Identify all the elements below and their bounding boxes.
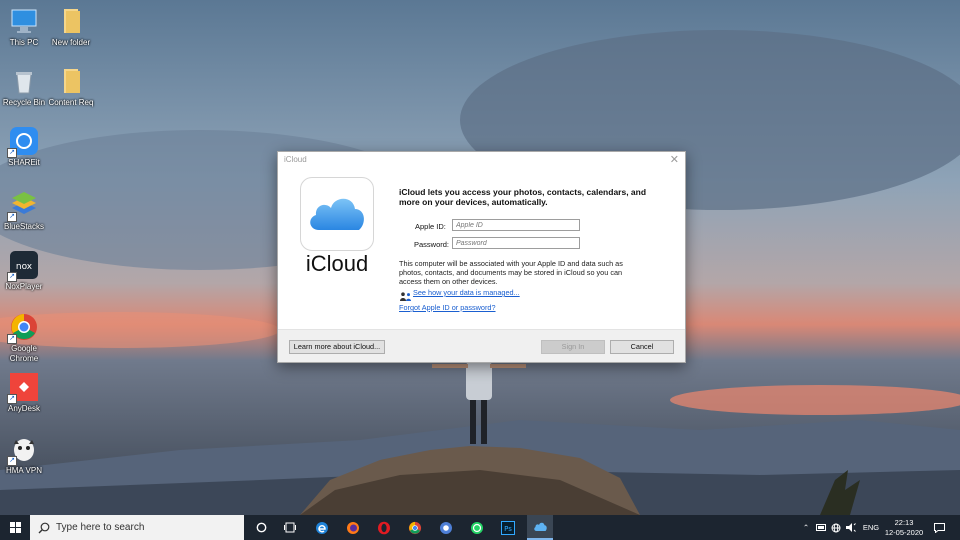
cortana-circle-icon [256, 522, 266, 533]
data-managed-link[interactable]: See how your data is managed... [413, 288, 520, 297]
desktop-icon-hma-vpn[interactable]: ↗ HMA VPN [0, 434, 52, 476]
forgot-password-link[interactable]: Forgot Apple ID or password? [399, 303, 496, 312]
edge-icon [316, 521, 328, 534]
intro-text: iCloud lets you access your photos, cont… [399, 187, 647, 207]
taskbar-search[interactable]: Type here to search [30, 515, 244, 540]
dialog-footer: Learn more about iCloud... Sign In Cance… [278, 329, 685, 362]
shortcut-arrow-icon: ↗ [7, 148, 17, 158]
desktop-icon-noxplayer[interactable]: nox ↗ NoxPlayer [0, 250, 52, 292]
shortcut-arrow-icon: ↗ [7, 334, 17, 344]
shortcut-arrow-icon: ↗ [7, 394, 17, 404]
desktop-icon-label: NoxPlayer [5, 282, 43, 291]
firefox-icon [347, 521, 359, 534]
opera-icon [378, 521, 390, 534]
desktop-icon-label: Google Chrome [9, 344, 39, 363]
recycle-bin-icon [9, 66, 39, 96]
desktop-icon-content-req[interactable]: Content Req [43, 66, 99, 108]
shortcut-arrow-icon: ↗ [7, 456, 17, 466]
clock-time: 22:13 [894, 517, 914, 527]
desktop-icon-label: AnyDesk [7, 404, 40, 413]
bluestacks-icon: ↗ [7, 190, 39, 222]
desktop-icon-label: BlueStacks [3, 222, 45, 231]
chrome-alt-icon [440, 521, 452, 534]
start-button[interactable] [0, 515, 30, 540]
shareit-icon: ↗ [7, 126, 39, 158]
notification-icon [933, 522, 945, 533]
icloud-dialog: iCloud ✕ iCloud iCloud lets you access y… [277, 151, 686, 363]
shortcut-arrow-icon: ↗ [7, 272, 17, 282]
desktop-icon-shareit[interactable]: ↗ SHAREit [0, 126, 52, 168]
taskbar: Type here to search Ps ⌃ ENG 22:13 12-05… [0, 515, 960, 540]
close-icon[interactable]: ✕ [670, 153, 679, 166]
taskbar-whatsapp[interactable] [466, 515, 488, 540]
language-label: ENG [862, 523, 880, 532]
taskbar-icloud[interactable] [527, 515, 553, 540]
taskbar-photoshop[interactable]: Ps [497, 515, 519, 540]
password-label: Password: [414, 240, 450, 249]
apple-id-input[interactable] [452, 219, 580, 231]
notifications-button[interactable] [930, 515, 948, 540]
task-view-icon [284, 522, 296, 533]
clock-date: 12-05-2020 [884, 527, 924, 537]
desktop-icon-new-folder[interactable]: New folder [43, 6, 99, 48]
taskbar-chrome[interactable] [404, 515, 426, 540]
clock[interactable]: 22:13 12-05-2020 [884, 515, 924, 540]
tray-chevron-up-icon[interactable]: ⌃ [800, 515, 812, 540]
taskbar-edge[interactable] [311, 515, 333, 540]
folder-icon [56, 6, 86, 36]
task-view-button[interactable] [279, 515, 301, 540]
learn-more-button[interactable]: Learn more about iCloud... [289, 340, 385, 354]
search-icon [38, 522, 50, 533]
sign-in-button[interactable]: Sign In [541, 340, 605, 354]
photoshop-icon: Ps [501, 520, 515, 535]
whatsapp-icon [471, 521, 483, 534]
taskbar-firefox[interactable] [342, 515, 364, 540]
volume-icon[interactable] [844, 515, 858, 540]
shortcut-arrow-icon: ↗ [7, 212, 17, 222]
svg-text:Ps: Ps [504, 525, 512, 533]
info-text: This computer will be associated with yo… [399, 259, 623, 286]
network-globe-icon[interactable] [829, 515, 843, 540]
desktop-icon-label: Content Req [48, 98, 94, 107]
password-input[interactable] [452, 237, 580, 249]
taskbar-chrome-canary[interactable] [435, 515, 457, 540]
icloud-brand: iCloud [305, 251, 369, 276]
language-indicator[interactable]: ENG [860, 515, 882, 540]
chrome-icon [408, 521, 422, 534]
cancel-button[interactable]: Cancel [610, 340, 674, 354]
nox-icon: nox ↗ [7, 250, 39, 282]
cortana-button[interactable] [250, 515, 272, 540]
svg-text:nox: nox [16, 262, 33, 272]
desktop-icon-label: SHAREit [8, 158, 40, 167]
dialog-title: iCloud [284, 155, 307, 164]
desktop-icon-label: HMA VPN [5, 466, 42, 475]
apple-id-label: Apple ID: [415, 222, 446, 231]
anydesk-icon: ↗ [7, 372, 39, 404]
taskbar-opera[interactable] [373, 515, 395, 540]
search-placeholder: Type here to search [56, 522, 145, 533]
desktop-icon-bluestacks[interactable]: ↗ BlueStacks [0, 190, 52, 232]
desktop-icon-anydesk[interactable]: ↗ AnyDesk [0, 372, 52, 414]
windows-icon [9, 522, 21, 533]
computer-icon [9, 6, 39, 36]
chrome-icon: ↗ [7, 312, 39, 344]
battery-icon[interactable] [814, 515, 828, 540]
icloud-icon [533, 522, 547, 531]
hma-vpn-icon: ↗ [7, 434, 39, 466]
folder-icon [56, 66, 86, 96]
icloud-logo-icon [300, 177, 374, 251]
desktop-icon-label: New folder [51, 38, 91, 47]
desktop-icon-google-chrome[interactable]: ↗ Google Chrome [0, 312, 52, 364]
